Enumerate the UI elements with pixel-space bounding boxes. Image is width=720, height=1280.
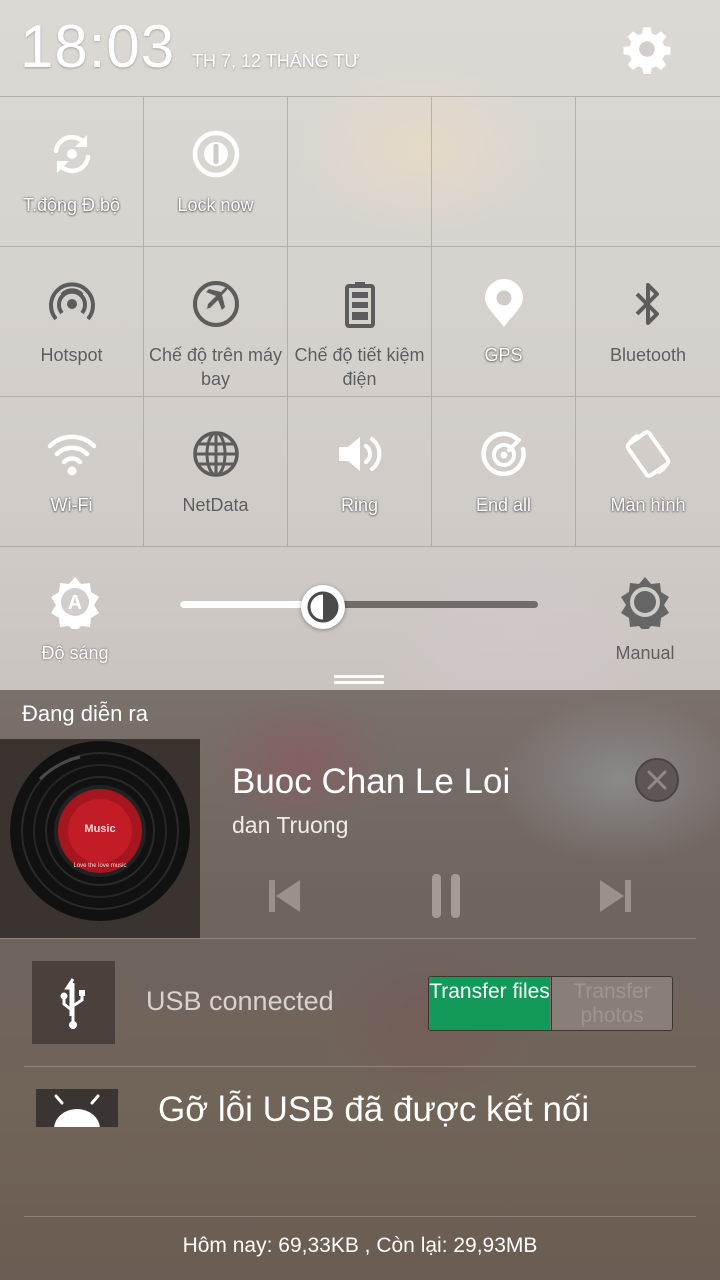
- data-usage-text: Hôm nay: 69,33KB , Còn lại: 29,93MB: [182, 1234, 538, 1257]
- svg-text:A: A: [68, 592, 82, 614]
- tile-hotspot[interactable]: Hotspot: [0, 247, 144, 397]
- divider: [0, 938, 696, 939]
- end-all-icon: [479, 429, 529, 479]
- tile-label: T.động Đ.bộ: [22, 195, 121, 215]
- brightness-slider-thumb[interactable]: [301, 585, 345, 629]
- transfer-photos-button[interactable]: Transfer photos: [551, 977, 672, 1030]
- tile-label: Màn hình: [610, 495, 686, 515]
- previous-track-button[interactable]: [262, 874, 306, 918]
- tile-end-all[interactable]: End all: [432, 397, 576, 547]
- usb-debugging-text: Gỡ lỗi USB đã được kết nối: [158, 1090, 590, 1129]
- tile-lock-now[interactable]: Lock now: [144, 97, 288, 247]
- brightness-label: Độ sáng: [41, 643, 109, 663]
- tile-label: Lock now: [177, 195, 254, 215]
- pause-icon: [432, 874, 460, 918]
- tile-screen-rotation[interactable]: Màn hình: [576, 397, 720, 547]
- skip-previous-icon: [269, 880, 300, 912]
- battery-saver-icon: [335, 279, 385, 329]
- tile-label: Hotspot: [40, 345, 103, 365]
- album-label: Music: [84, 823, 115, 835]
- tile-label: Chế độ trên máy bay: [148, 345, 283, 389]
- speaker-icon: [335, 429, 385, 479]
- auto-brightness-icon[interactable]: A: [48, 575, 102, 633]
- tile-empty: [432, 97, 576, 247]
- brightness-mode-label: Manual: [615, 643, 675, 663]
- gps-icon: [479, 279, 529, 329]
- tile-netdata[interactable]: NetData: [144, 397, 288, 547]
- tile-label: NetData: [182, 495, 249, 515]
- ongoing-section-title: Đang diễn ra: [22, 701, 148, 726]
- song-title: Buoc Chan Le Loi: [232, 762, 511, 801]
- panel-drag-handle[interactable]: [334, 675, 384, 687]
- pause-button[interactable]: [426, 874, 470, 918]
- tile-label: GPS: [484, 345, 523, 365]
- bluetooth-icon: [623, 279, 673, 329]
- tile-wifi[interactable]: Wi-Fi: [0, 397, 144, 547]
- lock-now-icon: [191, 129, 241, 179]
- tile-battery-saver[interactable]: Chế độ tiết kiệm điện: [288, 247, 432, 397]
- tile-empty: [288, 97, 432, 247]
- rotate-screen-icon: [623, 429, 673, 479]
- divider: [24, 1216, 696, 1217]
- tile-label: Bluetooth: [609, 345, 687, 365]
- tile-ring[interactable]: Ring: [288, 397, 432, 547]
- next-track-button[interactable]: [594, 874, 638, 918]
- album-ring-text: Love the love music: [73, 863, 126, 869]
- album-art[interactable]: Music Love the love music: [0, 739, 200, 938]
- notification-shade: Đang diễn ra Music Love the love music B…: [0, 690, 720, 1280]
- usb-mode-toggle: Transfer files Transfer photos: [428, 976, 673, 1031]
- skip-next-icon: [600, 880, 631, 912]
- settings-button[interactable]: [622, 24, 672, 75]
- tile-empty: [576, 97, 720, 247]
- sync-icon: [47, 129, 97, 179]
- quick-tiles-grid: T.động Đ.bộ Lock now Hotspot Chế độ trên…: [0, 96, 720, 547]
- manual-brightness-icon[interactable]: [618, 575, 672, 633]
- tile-label: Ring: [340, 495, 379, 515]
- usb-connected-text: USB connected: [146, 986, 334, 1016]
- brightness-row: A Độ sáng Manual: [0, 547, 720, 690]
- globe-icon: [191, 429, 241, 479]
- tile-gps[interactable]: GPS: [432, 247, 576, 397]
- tile-label: Chế độ tiết kiệm điện: [294, 345, 425, 389]
- date: TH 7, 12 THÁNG TƯ: [192, 51, 360, 71]
- quick-settings-panel: 18:03 TH 7, 12 THÁNG TƯ T.động Đ.bộ Lock…: [0, 0, 720, 690]
- hotspot-icon: [47, 279, 97, 329]
- usb-icon-box: [32, 961, 115, 1044]
- close-icon: [635, 758, 679, 802]
- transfer-files-button[interactable]: Transfer files: [429, 977, 550, 1030]
- brightness-slider[interactable]: [180, 601, 538, 608]
- airplane-icon: [191, 279, 241, 329]
- wifi-icon: [47, 429, 97, 479]
- clock: 18:03: [20, 13, 176, 80]
- close-music-button[interactable]: [634, 757, 680, 803]
- gear-icon: [623, 27, 671, 75]
- tile-label: Wi-Fi: [50, 495, 93, 515]
- android-debug-icon-box: [36, 1089, 118, 1127]
- usb-icon: [60, 978, 85, 1029]
- tile-label: End all: [475, 495, 532, 515]
- tile-bluetooth[interactable]: Bluetooth: [576, 247, 720, 397]
- android-icon: [36, 1089, 118, 1127]
- divider: [24, 1066, 696, 1067]
- tile-airplane-mode[interactable]: Chế độ trên máy bay: [144, 247, 288, 397]
- vinyl-record-icon: Music Love the love music: [0, 739, 200, 938]
- song-artist: dan Truong: [232, 812, 349, 838]
- tile-auto-sync[interactable]: T.động Đ.bộ: [0, 97, 144, 247]
